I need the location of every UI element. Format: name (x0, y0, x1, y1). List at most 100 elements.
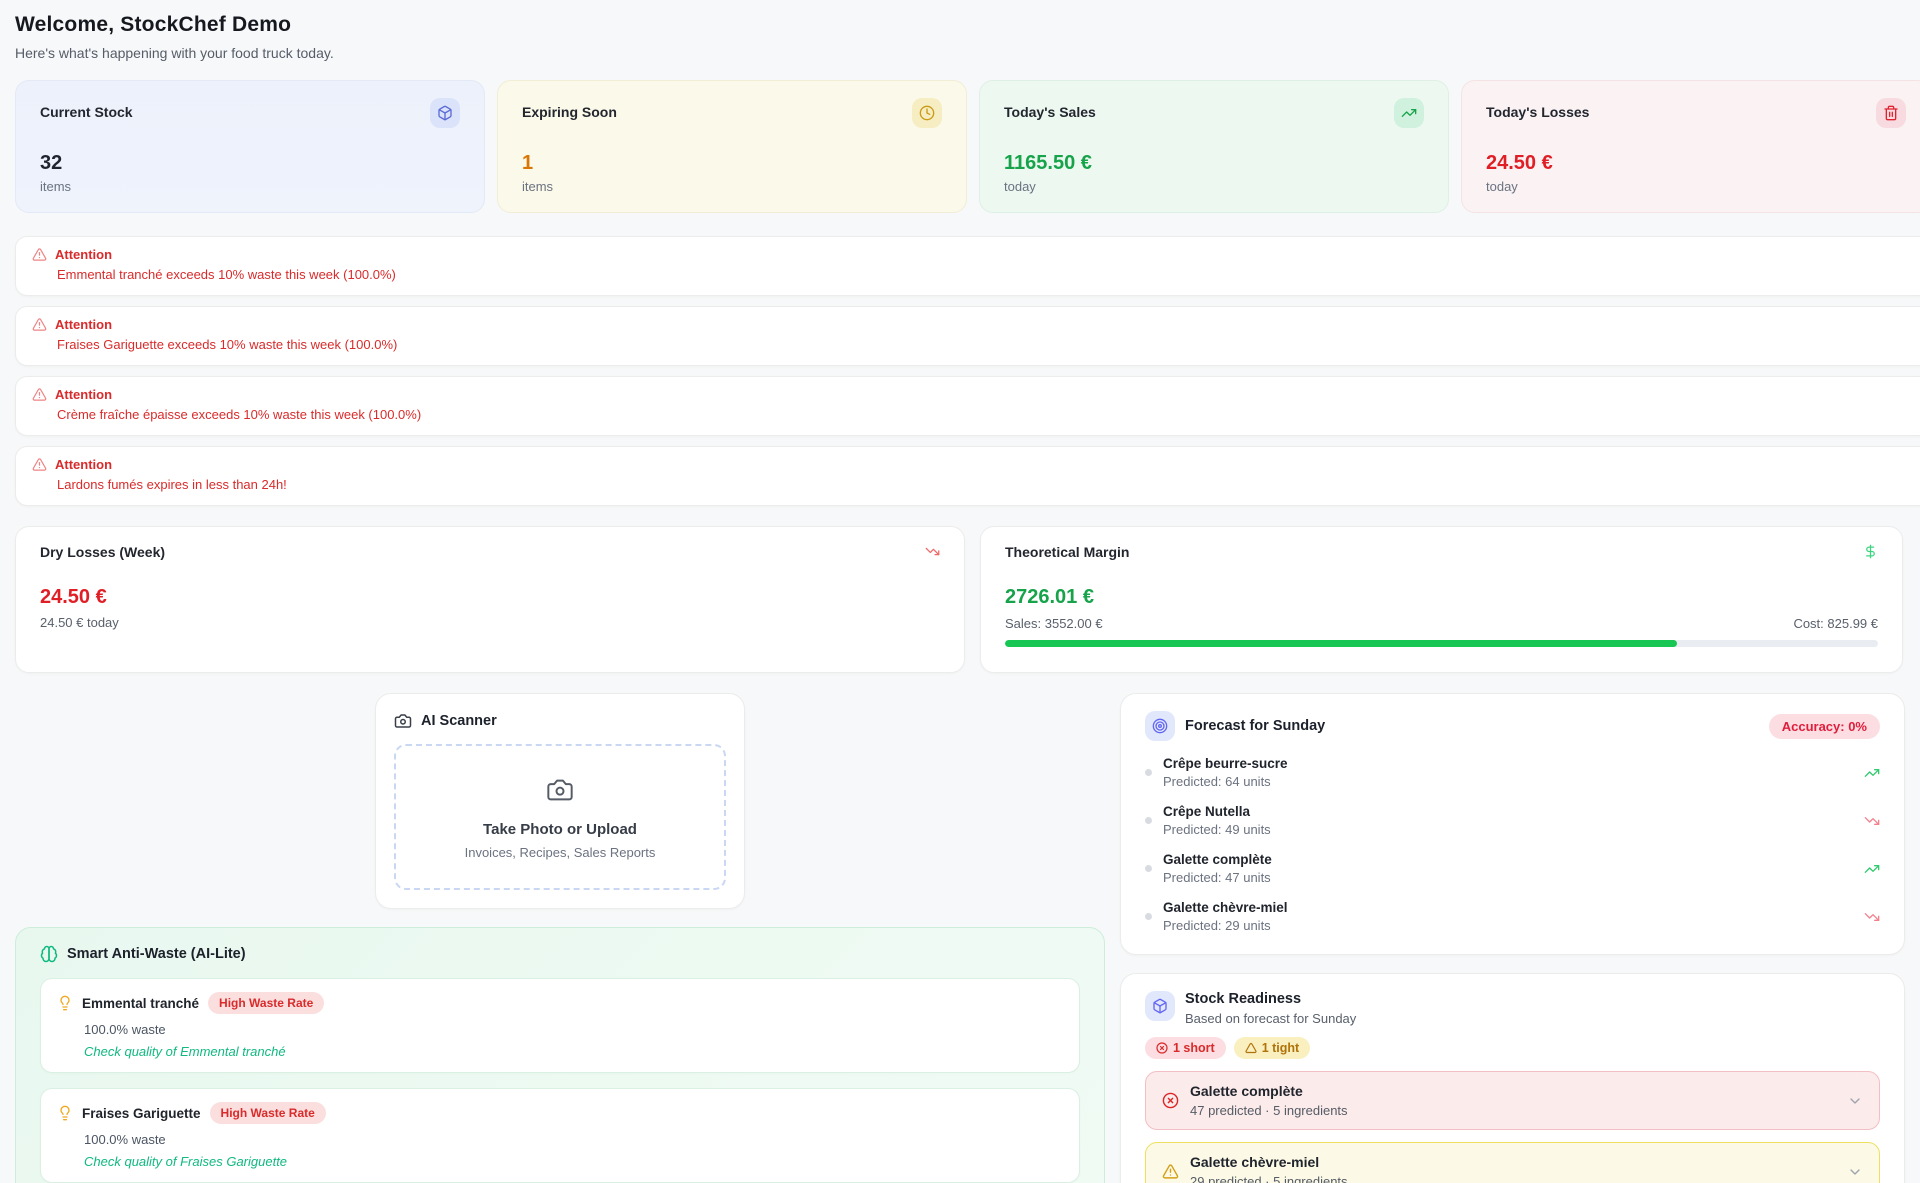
bottom-section: AI Scanner Take Photo or Upload Invoices… (15, 693, 1920, 1183)
stat-unit: items (522, 179, 942, 194)
forecast-row: Crêpe Nutella Predicted: 49 units (1145, 804, 1880, 837)
warning-triangle-icon (32, 247, 47, 262)
photo-upload-dropzone[interactable]: Take Photo or Upload Invoices, Recipes, … (394, 744, 726, 890)
predicted-units: Predicted: 49 units (1163, 822, 1271, 837)
x-circle-icon (1162, 1092, 1179, 1109)
predicted-units: Predicted: 64 units (1163, 774, 1288, 789)
dish-name: Galette chèvre-miel (1163, 900, 1288, 915)
readiness-badges: 1 short 1 tight (1145, 1037, 1880, 1059)
trending-down-icon (925, 544, 940, 559)
ingredient-name: Emmental tranché (82, 996, 199, 1011)
warning-triangle-icon (32, 457, 47, 472)
ingredient-name: Fraises Gariguette (82, 1106, 201, 1121)
ai-scanner-title: AI Scanner (421, 713, 497, 729)
upload-hint-label: Invoices, Recipes, Sales Reports (465, 845, 656, 860)
chevron-down-icon[interactable] (1847, 1093, 1863, 1109)
clock-icon (912, 98, 942, 128)
alert-message: Fraises Gariguette exceeds 10% waste thi… (57, 337, 1914, 352)
advice-text: Check quality of Fraises Gariguette (84, 1154, 1063, 1169)
camera-icon (394, 712, 412, 730)
stat-title: Today's Losses (1486, 98, 1589, 120)
dish-info: 47 predicted · 5 ingredients (1190, 1103, 1348, 1118)
alert-card: Attention Crème fraîche épaisse exceeds … (15, 376, 1920, 436)
warning-triangle-icon (32, 387, 47, 402)
trending-down-icon (1864, 813, 1880, 829)
forecast-card: Forecast for Sunday Accuracy: 0% Crêpe b… (1120, 693, 1905, 955)
margin-cost-label: Cost: 825.99 € (1793, 616, 1878, 631)
alert-title: Attention (55, 387, 112, 402)
forecast-title: Forecast for Sunday (1185, 718, 1325, 734)
lightbulb-icon (57, 1105, 73, 1121)
page-title: Welcome, StockChef Demo (15, 13, 1920, 37)
kpi-panels-row: Dry Losses (Week) 24.50 € 24.50 € today … (15, 526, 1920, 673)
warning-triangle-icon (1162, 1163, 1179, 1180)
anti-waste-item: Emmental tranché High Waste Rate 100.0% … (40, 978, 1080, 1073)
stat-value: 24.50 € (1486, 152, 1906, 175)
panel-title: Dry Losses (Week) (40, 544, 165, 560)
upload-cta-label: Take Photo or Upload (483, 821, 637, 838)
trash-icon (1876, 98, 1906, 128)
stock-readiness-card: Stock Readiness Based on forecast for Su… (1120, 973, 1905, 1183)
ai-scanner-card: AI Scanner Take Photo or Upload Invoices… (375, 693, 745, 909)
panel-title: Theoretical Margin (1005, 544, 1129, 560)
alert-card: Attention Fraises Gariguette exceeds 10%… (15, 306, 1920, 366)
trending-down-icon (1864, 909, 1880, 925)
stat-value: 32 (40, 152, 460, 175)
dry-losses-card: Dry Losses (Week) 24.50 € 24.50 € today (15, 526, 965, 673)
alert-title: Attention (55, 317, 112, 332)
bullet-dot (1145, 817, 1152, 824)
stat-unit: today (1486, 179, 1906, 194)
short-count-badge: 1 short (1145, 1037, 1226, 1059)
waste-rate-text: 100.0% waste (84, 1022, 1063, 1037)
anti-waste-title: Smart Anti-Waste (AI-Lite) (67, 946, 246, 962)
dish-name: Galette complète (1163, 852, 1272, 867)
margin-progress-fill (1005, 640, 1677, 647)
alert-message: Crème fraîche épaisse exceeds 10% waste … (57, 407, 1914, 422)
margin-value: 2726.01 € (1005, 586, 1878, 609)
readiness-row-galette-complete[interactable]: Galette complète 47 predicted · 5 ingred… (1145, 1071, 1880, 1130)
lightbulb-icon (57, 995, 73, 1011)
bullet-dot (1145, 769, 1152, 776)
current-stock-card: Current Stock 32 items (15, 80, 485, 213)
dish-info: 29 predicted · 5 ingredients (1190, 1174, 1348, 1183)
alert-message: Emmental tranché exceeds 10% waste this … (57, 267, 1914, 282)
high-waste-badge: High Waste Rate (208, 992, 324, 1014)
dish-name: Galette chèvre-miel (1190, 1154, 1348, 1170)
dashboard-page: Welcome, StockChef Demo Here's what's ha… (0, 0, 1920, 1183)
dry-losses-value: 24.50 € (40, 586, 940, 609)
package-icon (1145, 991, 1175, 1021)
trending-up-icon (1394, 98, 1424, 128)
readiness-row-galette-chevre-miel[interactable]: Galette chèvre-miel 29 predicted · 5 ing… (1145, 1142, 1880, 1183)
bottom-right-column: Forecast for Sunday Accuracy: 0% Crêpe b… (1120, 693, 1905, 1183)
predicted-units: Predicted: 47 units (1163, 870, 1272, 885)
stat-title: Today's Sales (1004, 98, 1096, 120)
trending-up-icon (1864, 861, 1880, 877)
margin-progress-track (1005, 640, 1878, 647)
stats-row: Current Stock 32 items Expiring Soon 1 i… (15, 80, 1920, 213)
stat-unit: items (40, 179, 460, 194)
stat-title: Current Stock (40, 98, 133, 120)
forecast-row: Galette chèvre-miel Predicted: 29 units (1145, 900, 1880, 933)
bullet-dot (1145, 913, 1152, 920)
forecast-row: Crêpe beurre-sucre Predicted: 64 units (1145, 756, 1880, 789)
brain-icon (40, 945, 58, 963)
stat-value: 1 (522, 152, 942, 175)
dish-name: Crêpe beurre-sucre (1163, 756, 1288, 771)
dish-name: Galette complète (1190, 1083, 1348, 1099)
todays-losses-card: Today's Losses 24.50 € today (1461, 80, 1920, 213)
forecast-row: Galette complète Predicted: 47 units (1145, 852, 1880, 885)
stat-unit: today (1004, 179, 1424, 194)
stock-readiness-subtitle: Based on forecast for Sunday (1185, 1011, 1356, 1026)
trending-up-icon (1864, 765, 1880, 781)
chevron-down-icon[interactable] (1847, 1164, 1863, 1180)
todays-sales-card: Today's Sales 1165.50 € today (979, 80, 1449, 213)
waste-rate-text: 100.0% waste (84, 1132, 1063, 1147)
dry-losses-sub: 24.50 € today (40, 615, 940, 630)
alert-message: Lardons fumés expires in less than 24h! (57, 477, 1914, 492)
dish-name: Crêpe Nutella (1163, 804, 1271, 819)
anti-waste-item: Fraises Gariguette High Waste Rate 100.0… (40, 1088, 1080, 1183)
target-icon (1145, 711, 1175, 741)
advice-text: Check quality of Emmental tranché (84, 1044, 1063, 1059)
bullet-dot (1145, 865, 1152, 872)
margin-sales-label: Sales: 3552.00 € (1005, 616, 1103, 631)
